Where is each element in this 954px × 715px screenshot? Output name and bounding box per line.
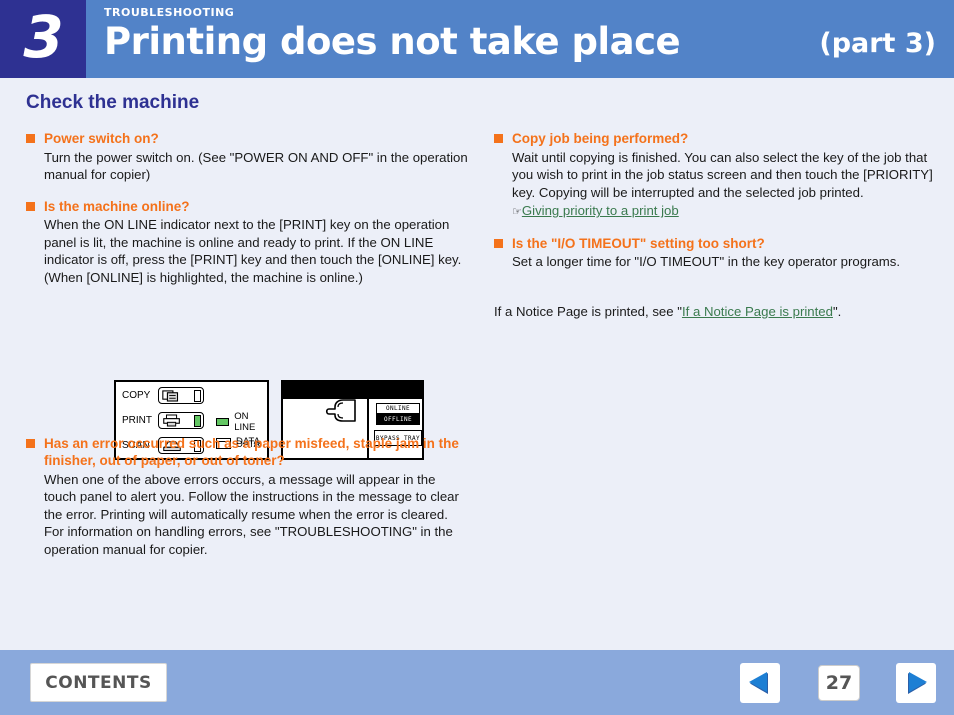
checkpoint-heading: Copy job being performed? <box>494 130 940 148</box>
checkpoint-error-occurred: Has an error occurred such as a paper mi… <box>26 435 470 559</box>
online-led-icon <box>216 418 230 426</box>
checkpoint-heading: Has an error occurred such as a paper mi… <box>26 435 470 470</box>
left-column: Power switch on? Turn the power switch o… <box>26 130 470 573</box>
pointing-finger-marker-icon: ☞ <box>512 205 522 219</box>
checkpoint-body: Set a longer time for "I/O TIMEOUT" in t… <box>512 254 901 270</box>
notice-page-line: If a Notice Page is printed, see "If a N… <box>494 303 940 321</box>
print-key-led <box>194 414 201 427</box>
bullet-square-icon <box>26 201 35 211</box>
checkpoint-body: Turn the power switch on. (See "POWER ON… <box>44 149 468 183</box>
triangle-left-icon <box>749 672 768 694</box>
checkpoint-machine-online: Is the machine online? When the ON LINE … <box>26 198 470 287</box>
checkpoint-io-timeout: Is the "I/O TIMEOUT" setting too short? … <box>494 235 940 271</box>
header-text-group: TROUBLESHOOTING Printing does not take p… <box>104 6 681 64</box>
page-title: Printing does not take place <box>104 20 681 63</box>
checkpoint-body: Wait until copying is finished. You can … <box>512 149 933 200</box>
header-kicker: TROUBLESHOOTING <box>104 6 235 19</box>
mode-label: PRINT <box>122 415 152 426</box>
checkpoint-heading-text: Has an error occurred such as a paper mi… <box>44 435 459 469</box>
bullet-square-icon <box>494 134 503 143</box>
bullet-square-icon <box>494 238 503 248</box>
touch-key-offline: OFFLINE <box>376 414 420 425</box>
chapter-number: 3 <box>23 3 63 71</box>
checkpoint-heading-text: Is the machine online? <box>44 198 190 214</box>
indicator-label: ON LINE <box>234 411 256 433</box>
copy-key <box>158 387 204 404</box>
right-column: Copy job being performed? Wait until cop… <box>494 130 940 321</box>
checkpoint-body: When one of the above errors occurs, a m… <box>44 471 459 557</box>
notice-text-before: If a Notice Page is printed, see " <box>494 303 682 319</box>
bullet-square-icon <box>26 438 35 448</box>
checkpoint-heading: Power switch on? <box>26 130 470 148</box>
indicator-online: ON LINE <box>216 411 267 433</box>
link-notice-page-printed[interactable]: If a Notice Page is printed <box>682 304 833 319</box>
part-label: (part 3) <box>819 28 936 59</box>
copy-icon <box>162 390 179 402</box>
previous-page-button[interactable] <box>740 663 780 703</box>
page-number: 27 <box>818 665 860 701</box>
printer-icon <box>163 414 180 427</box>
manual-page: 3 TROUBLESHOOTING Printing does not take… <box>0 0 954 715</box>
page-content: Check the machine Power switch on? Turn … <box>0 78 954 650</box>
checkpoint-power-switch: Power switch on? Turn the power switch o… <box>26 130 470 184</box>
copy-key-led <box>194 389 201 402</box>
contents-button[interactable]: CONTENTS <box>30 663 167 702</box>
checkpoint-copy-job: Copy job being performed? Wait until cop… <box>494 130 940 221</box>
mode-row-copy: COPY <box>122 387 204 404</box>
notice-text-after: ". <box>832 303 842 319</box>
link-giving-priority[interactable]: Giving priority to a print job <box>522 203 679 218</box>
checkpoint-body: When the ON LINE indicator next to the [… <box>44 217 462 285</box>
chapter-number-block: 3 <box>0 0 86 78</box>
next-page-button[interactable] <box>896 663 936 703</box>
section-title: Check the machine <box>26 92 200 113</box>
checkpoint-heading-text: Copy job being performed? <box>512 131 689 146</box>
cross-reference-line: ☞Giving priority to a print job <box>494 202 940 221</box>
checkpoint-heading-text: Is the "I/O TIMEOUT" setting too short? <box>512 235 765 251</box>
touch-key-online: ONLINE <box>376 403 420 414</box>
checkpoint-heading-text: Power switch on? <box>44 131 159 146</box>
bullet-square-icon <box>26 134 35 143</box>
mode-label: COPY <box>122 390 151 401</box>
checkpoint-heading: Is the "I/O TIMEOUT" setting too short? <box>494 235 940 253</box>
page-header: 3 TROUBLESHOOTING Printing does not take… <box>0 0 954 78</box>
print-key <box>158 412 204 429</box>
mode-row-print: PRINT <box>122 412 204 429</box>
checkpoint-heading: Is the machine online? <box>26 198 470 216</box>
triangle-right-icon <box>908 672 927 694</box>
pointing-hand-icon <box>325 399 356 422</box>
